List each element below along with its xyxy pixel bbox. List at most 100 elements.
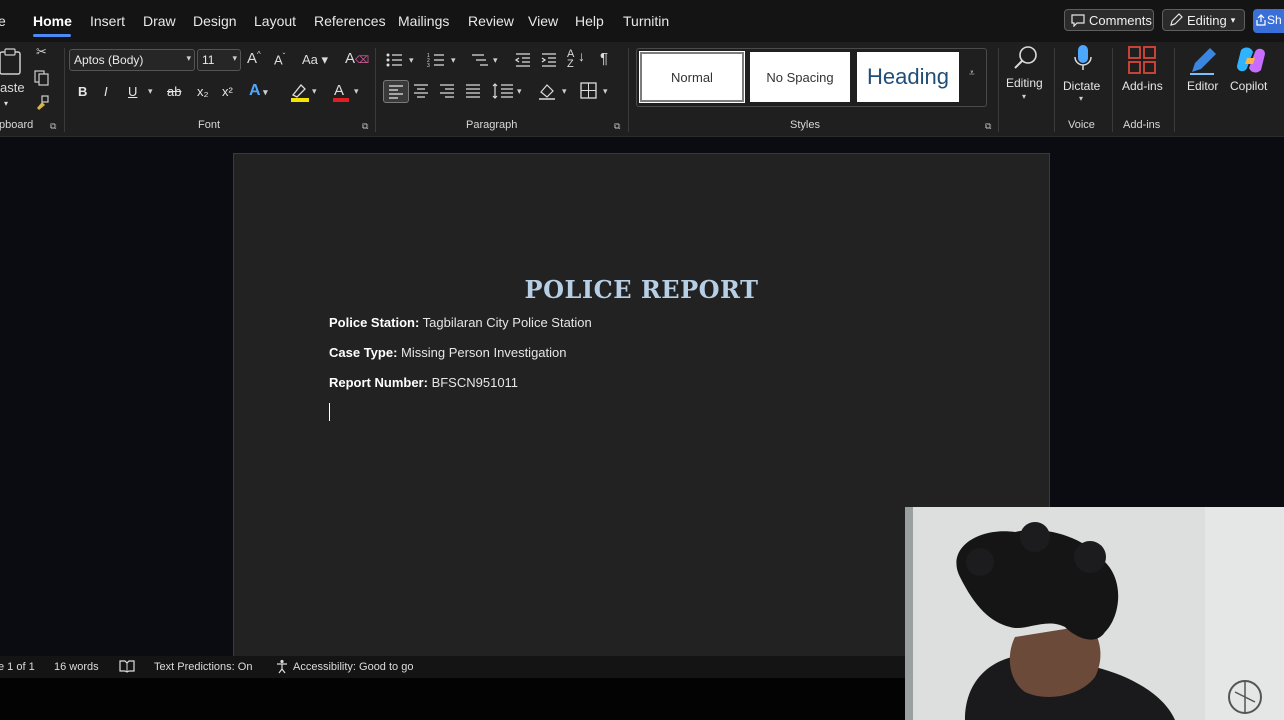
tab-view[interactable]: View bbox=[528, 13, 558, 29]
style-heading[interactable]: Heading bbox=[857, 52, 959, 102]
copy-icon[interactable] bbox=[34, 70, 50, 86]
document-title: POLICE REPORT bbox=[524, 275, 759, 304]
addins-button[interactable]: Add-ins bbox=[1118, 44, 1168, 106]
shading-icon[interactable]: ▾ bbox=[538, 82, 572, 100]
dialog-launcher-icon[interactable]: ⧉ bbox=[614, 121, 620, 132]
multilevel-list-icon[interactable]: ▾ bbox=[470, 51, 504, 69]
font-name-value: Aptos (Body) bbox=[74, 53, 144, 67]
strikethrough-button[interactable]: ab bbox=[167, 84, 181, 99]
share-label: Sh bbox=[1267, 13, 1282, 27]
chevron-down-icon[interactable]: ▾ bbox=[148, 86, 153, 97]
style-normal[interactable]: Normal bbox=[639, 51, 745, 103]
bullets-icon[interactable]: ▾ bbox=[385, 51, 419, 69]
chevron-down-icon: ▾ bbox=[1079, 94, 1084, 103]
addins-group-label: Add-ins bbox=[1123, 119, 1161, 131]
svg-text:▾: ▾ bbox=[493, 55, 498, 65]
editor-pen-icon bbox=[1188, 46, 1218, 76]
text-predictions-status[interactable]: Text Predictions: On bbox=[154, 661, 252, 673]
align-right-icon[interactable] bbox=[438, 82, 456, 100]
copilot-button[interactable]: Copilot bbox=[1228, 44, 1276, 106]
italic-button[interactable]: I bbox=[104, 84, 108, 99]
grow-font-icon[interactable]: A^ bbox=[247, 50, 261, 67]
font-size-select[interactable]: 11 ▾ bbox=[197, 49, 241, 71]
tab-home[interactable]: Home bbox=[33, 13, 72, 29]
chevron-down-icon: ▾ bbox=[186, 53, 191, 63]
numbering-icon[interactable]: 1 2 3 ▾ bbox=[427, 51, 461, 69]
share-button[interactable]: Sh bbox=[1253, 9, 1284, 33]
svg-text:3: 3 bbox=[427, 63, 430, 69]
word-count[interactable]: 16 words bbox=[54, 661, 99, 673]
text-effects-icon[interactable]: A ▾ bbox=[249, 82, 268, 100]
tab-insert[interactable]: Insert bbox=[90, 13, 125, 29]
tab-turnitin[interactable]: Turnitin bbox=[623, 13, 669, 29]
format-painter-icon[interactable] bbox=[34, 94, 50, 110]
field-label: Case Type: bbox=[329, 345, 398, 360]
dictate-button[interactable]: Dictate ▾ bbox=[1060, 44, 1106, 106]
tab-file[interactable]: e bbox=[0, 13, 6, 29]
show-marks-icon[interactable]: ¶ bbox=[600, 50, 608, 67]
tab-help[interactable]: Help bbox=[575, 13, 604, 29]
editing-mode-button[interactable]: Editing ▾ bbox=[1162, 9, 1245, 31]
line-spacing-icon[interactable]: ▾ bbox=[492, 82, 526, 100]
dialog-launcher-icon[interactable]: ⧉ bbox=[985, 121, 991, 132]
increase-indent-icon[interactable] bbox=[540, 51, 558, 69]
superscript-button[interactable]: x² bbox=[222, 84, 233, 99]
document-line-report-number: Report Number: BFSCN951011 bbox=[329, 375, 518, 390]
justify-icon[interactable] bbox=[464, 82, 482, 100]
accessibility-status[interactable]: Accessibility: Good to go bbox=[293, 661, 413, 673]
cut-icon[interactable]: ✂ bbox=[36, 44, 47, 60]
font-color-icon[interactable]: A ▾ bbox=[332, 82, 362, 102]
copilot-label: Copilot bbox=[1230, 79, 1268, 93]
decrease-indent-icon[interactable] bbox=[514, 51, 532, 69]
shrink-font-icon[interactable]: Aˇ bbox=[274, 52, 285, 67]
paste-button[interactable]: aste ▾ bbox=[0, 48, 25, 112]
dictate-label: Dictate bbox=[1063, 79, 1101, 93]
change-case-icon[interactable]: Aa ▾ bbox=[302, 52, 328, 68]
divider bbox=[628, 48, 629, 132]
accessibility-icon bbox=[275, 659, 291, 674]
divider bbox=[1054, 48, 1055, 132]
editing-label: Editing bbox=[1006, 76, 1043, 90]
field-value: Missing Person Investigation bbox=[397, 345, 567, 360]
page-count[interactable]: e 1 of 1 bbox=[0, 661, 35, 673]
style-normal-label: Normal bbox=[671, 69, 713, 85]
font-size-value: 11 bbox=[202, 53, 215, 67]
share-icon bbox=[1256, 14, 1266, 26]
comment-icon bbox=[1071, 13, 1085, 27]
styles-more-button[interactable]: ⩡ bbox=[964, 52, 984, 102]
tab-draw[interactable]: Draw bbox=[143, 13, 176, 29]
highlight-icon[interactable]: ▾ bbox=[290, 82, 320, 102]
editor-label: Editor bbox=[1187, 79, 1219, 93]
style-no-spacing[interactable]: No Spacing bbox=[750, 52, 850, 102]
bold-button[interactable]: B bbox=[78, 84, 87, 99]
book-icon[interactable] bbox=[119, 659, 135, 673]
field-label: Report Number: bbox=[329, 375, 428, 390]
sort-icon[interactable]: A Z ↓ bbox=[567, 49, 585, 70]
dialog-launcher-icon[interactable]: ⧉ bbox=[362, 121, 368, 132]
align-left-button[interactable] bbox=[383, 80, 409, 103]
borders-icon[interactable]: ▾ bbox=[580, 82, 614, 100]
tab-references[interactable]: References bbox=[314, 13, 386, 29]
align-center-icon[interactable] bbox=[412, 82, 430, 100]
font-name-select[interactable]: Aptos (Body) ▾ bbox=[69, 49, 195, 71]
pencil-icon bbox=[1169, 13, 1183, 27]
subscript-button[interactable]: x₂ bbox=[197, 84, 209, 99]
svg-text:▾: ▾ bbox=[517, 86, 522, 96]
clear-formatting-icon[interactable]: A⌫ bbox=[345, 50, 369, 67]
editor-button[interactable]: Editor bbox=[1183, 44, 1225, 106]
comments-button[interactable]: Comments bbox=[1064, 9, 1154, 31]
style-heading-label: Heading bbox=[867, 64, 949, 89]
editing-button[interactable]: Editing ▾ bbox=[1004, 44, 1048, 106]
addins-label: Add-ins bbox=[1122, 79, 1163, 93]
tab-design[interactable]: Design bbox=[193, 13, 237, 29]
underline-button[interactable]: U bbox=[128, 84, 137, 99]
dialog-launcher-icon[interactable]: ⧉ bbox=[50, 121, 56, 132]
align-left-icon bbox=[389, 85, 403, 99]
microphone-icon bbox=[1073, 44, 1093, 74]
active-tab-indicator bbox=[33, 34, 71, 37]
tab-layout[interactable]: Layout bbox=[254, 13, 296, 29]
tab-review[interactable]: Review bbox=[468, 13, 514, 29]
tab-mailings[interactable]: Mailings bbox=[398, 13, 449, 29]
clipboard-icon bbox=[0, 48, 25, 76]
style-no-spacing-label: No Spacing bbox=[766, 69, 834, 85]
